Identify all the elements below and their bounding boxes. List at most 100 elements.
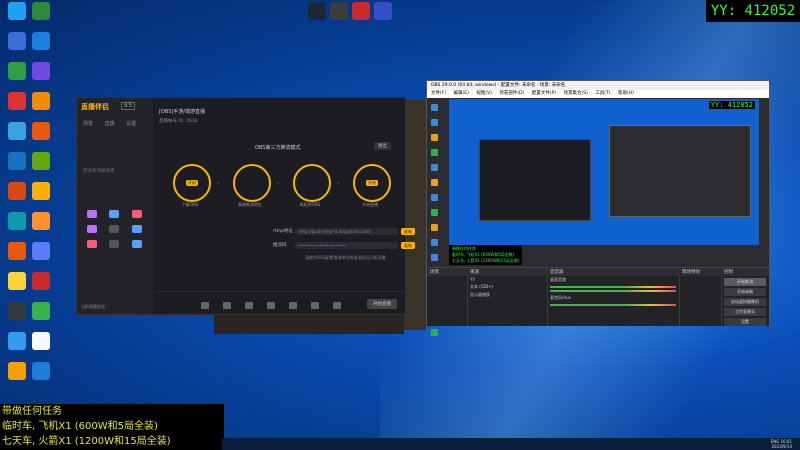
- bottom-tool-icon: [289, 302, 297, 309]
- app-icon: [8, 242, 26, 260]
- tool-icon: [86, 240, 97, 248]
- tool-button[interactable]: [81, 225, 102, 234]
- bottom-tool-icon: [333, 302, 341, 309]
- zhiboban-tab[interactable]: 设置: [126, 121, 136, 127]
- bottom-tool-button[interactable]: [283, 302, 303, 310]
- app-icon: [32, 2, 50, 20]
- desktop-icon[interactable]: [4, 92, 30, 111]
- bottom-tool-button[interactable]: [305, 302, 325, 310]
- copy-rtmp-button[interactable]: 复制: [401, 228, 415, 235]
- rtmp-label: rtmp地址: [273, 229, 293, 234]
- app-icon: [32, 212, 50, 230]
- desktop-icon[interactable]: [4, 332, 30, 351]
- desktop-icon[interactable]: [28, 62, 54, 81]
- obs-titlebar[interactable]: OBS 29.0.0 (64 bit, windows) - 配置文件: 未命名…: [427, 81, 769, 90]
- tool-icon: [109, 210, 120, 218]
- settings-button[interactable]: 设置: [724, 318, 766, 326]
- app-icon: [308, 2, 326, 20]
- desktop-icon[interactable]: [28, 302, 54, 321]
- virtual-camera-button[interactable]: 启动虚拟摄像机: [724, 298, 766, 306]
- menu-item[interactable]: 编辑(E): [454, 91, 469, 96]
- app-icon: [32, 272, 50, 290]
- tool-button[interactable]: [104, 210, 125, 219]
- desktop-icon[interactable]: [28, 212, 54, 231]
- zhiboban-tab[interactable]: 场景: [83, 121, 93, 127]
- app-icon: [8, 182, 26, 200]
- desktop-icon[interactable]: [28, 242, 54, 261]
- desktop-icon[interactable]: [28, 332, 54, 351]
- zhiboban-tab[interactable]: 直播: [105, 121, 115, 127]
- desktop-icon[interactable]: [28, 182, 54, 201]
- room-subtitle: 直播帐号 ID: 2618: [159, 119, 198, 124]
- start-record-button[interactable]: 开始录制: [724, 288, 766, 296]
- menu-item[interactable]: 视图(V): [476, 91, 492, 96]
- key-field[interactable]: ••••••••••••••••••••: [295, 242, 398, 249]
- background-window-strip: [404, 100, 426, 330]
- system-tray[interactable]: ENG 16:01 2023/9/14: [771, 439, 792, 449]
- zhiboban-sidebar: 直播伴侣 9.5 场景 直播 设置 还没有添加场景 当前直播状态: [77, 98, 153, 314]
- desktop-icon[interactable]: [28, 152, 54, 171]
- desktop-icon[interactable]: [28, 362, 54, 381]
- start-stream-button[interactable]: 开始推流: [724, 278, 766, 286]
- desktop-icon[interactable]: [4, 272, 30, 291]
- desktop-icon[interactable]: [28, 272, 54, 291]
- menu-item[interactable]: 配置文件(P): [532, 91, 556, 96]
- desktop-icon[interactable]: [4, 362, 30, 381]
- desktop-icon[interactable]: [4, 182, 30, 201]
- tool-button[interactable]: [81, 240, 102, 249]
- desktop-icon[interactable]: [28, 122, 54, 141]
- source-item[interactable]: 文本 (GDI+): [467, 283, 547, 291]
- menu-item[interactable]: 场景集合(S): [563, 91, 587, 96]
- tool-button[interactable]: [104, 225, 125, 234]
- obs-window[interactable]: OBS 29.0.0 (64 bit, windows) - 配置文件: 未命名…: [426, 80, 770, 336]
- menu-item[interactable]: 停靠部件(D): [499, 91, 524, 96]
- rtmp-field[interactable]: rtmp://push-rtmp-l1.douyincdn.com/: [295, 228, 398, 235]
- tool-button[interactable]: [104, 240, 125, 249]
- desktop-icon[interactable]: [28, 32, 54, 51]
- desktop-icon[interactable]: [28, 2, 54, 21]
- tool-button[interactable]: [127, 225, 148, 234]
- desktop-icon[interactable]: [4, 242, 30, 261]
- bottom-tool-icon: [201, 302, 209, 309]
- source-item[interactable]: YY: [467, 276, 547, 283]
- obs-preview[interactable]: YY: 412052: [449, 99, 759, 245]
- menu-item[interactable]: 帮助(H): [618, 91, 634, 96]
- desktop-icon[interactable]: [28, 92, 54, 111]
- exit-mode-button[interactable]: 退出: [374, 142, 391, 150]
- desktop-icon[interactable]: [370, 2, 396, 21]
- copy-key-button[interactable]: 复制: [401, 242, 415, 249]
- room-title: [OBS]手游/端游直播: [159, 109, 206, 115]
- studio-mode-button[interactable]: 工作室模式: [724, 308, 766, 316]
- desktop-icon[interactable]: [4, 122, 30, 141]
- menu-item[interactable]: 工具(T): [595, 91, 610, 96]
- bottom-tool-button[interactable]: [217, 302, 237, 310]
- tool-button[interactable]: [127, 210, 148, 219]
- desktop-icon[interactable]: [4, 212, 30, 231]
- preview-obs-thumbnail: [609, 125, 751, 217]
- desktop-icon[interactable]: [4, 2, 30, 21]
- source-item[interactable]: 显示器捕获: [467, 291, 547, 299]
- zhiboban-window[interactable]: 直播伴侣 9.5 场景 直播 设置 还没有添加场景 当前直播状态 [OBS]手游…: [76, 97, 415, 315]
- volume-meter[interactable]: [550, 286, 676, 288]
- bottom-tool-button[interactable]: [327, 302, 347, 310]
- step-2-circle: [233, 164, 271, 202]
- desktop-icon[interactable]: [4, 62, 30, 81]
- app-icon: [32, 302, 50, 320]
- volume-meter[interactable]: [550, 290, 676, 292]
- menu-item[interactable]: 文件(F): [431, 91, 446, 96]
- tool-button[interactable]: [81, 210, 102, 219]
- overlay-line: 临时车, 飞机X1 (600W和5局全装): [2, 421, 158, 432]
- bottom-tool-button[interactable]: [239, 302, 259, 310]
- controls-dock: 控制 开始推流 开始录制 启动虚拟摄像机 工作室模式 设置: [721, 268, 769, 326]
- tool-icon: [86, 210, 97, 218]
- bottom-tool-button[interactable]: [261, 302, 281, 310]
- tool-button[interactable]: [127, 240, 148, 249]
- start-live-button[interactable]: 开始直播: [367, 299, 397, 309]
- app-icon: [32, 62, 50, 80]
- desktop-icon[interactable]: [4, 32, 30, 51]
- volume-meter[interactable]: [550, 304, 676, 306]
- app-icon: [8, 332, 26, 350]
- desktop-icon[interactable]: [4, 152, 30, 171]
- bottom-tool-button[interactable]: [195, 302, 215, 310]
- desktop-icon[interactable]: [4, 302, 30, 321]
